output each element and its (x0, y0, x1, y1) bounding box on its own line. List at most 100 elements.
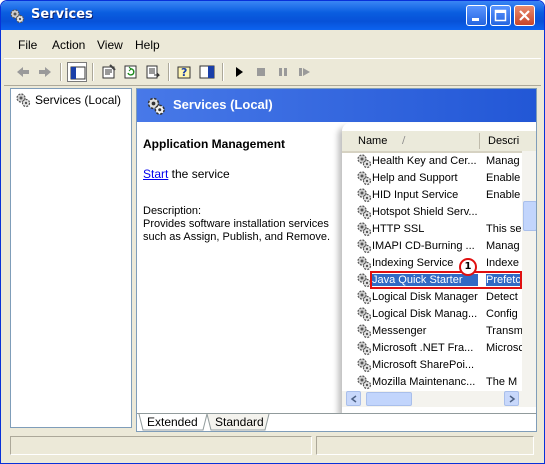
description-text: Provides software installation services … (143, 218, 331, 243)
services-detail-pane: Services (Local) Application Management … (136, 88, 537, 432)
list-item[interactable]: Logical Disk Manager Detect (342, 289, 522, 306)
start-service-button[interactable] (229, 62, 249, 82)
services-window: Services File Action View Help ? Service… (0, 0, 545, 464)
list-item[interactable]: HID Input Service Enable (342, 187, 522, 204)
services-list: Name / Descri Health Key and Cer... Manag… (342, 123, 536, 413)
refresh-button[interactable] (121, 62, 141, 82)
scroll-right-button[interactable] (504, 391, 519, 406)
back-arrow-icon (17, 67, 29, 77)
service-gear-icon (357, 188, 372, 203)
service-name: Hotspot Shield Serv... (372, 206, 478, 218)
list-item[interactable]: HTTP SSL This se (342, 221, 522, 238)
menu-file[interactable]: File (18, 38, 37, 52)
horizontal-scrollbar[interactable] (342, 391, 536, 407)
forward-button[interactable] (35, 62, 55, 82)
minimize-button[interactable] (466, 5, 487, 26)
export-list-button[interactable] (143, 62, 163, 82)
start-service-suffix: the service (168, 167, 230, 181)
tab-extended-label: Extended (147, 415, 198, 429)
chevron-left-icon (350, 395, 357, 403)
forward-arrow-icon (39, 67, 51, 77)
service-gear-icon (357, 239, 372, 254)
list-item[interactable]: Help and Support Enable (342, 170, 522, 187)
scroll-left-button[interactable] (346, 391, 361, 406)
service-name: Microsoft SharePoi... (372, 359, 475, 371)
menu-help[interactable]: Help (135, 38, 160, 52)
action-pane-icon (199, 65, 215, 79)
menu-action[interactable]: Action (52, 38, 85, 52)
vertical-scroll-thumb[interactable] (523, 201, 536, 231)
services-gear-icon (10, 9, 25, 24)
service-description: Manag (486, 155, 520, 167)
list-header: Name / Descri (342, 131, 536, 153)
service-name: HID Input Service (372, 189, 459, 201)
toolbar-separator (92, 63, 94, 81)
toolbar: ? (4, 58, 541, 86)
chevron-right-icon (509, 395, 516, 403)
service-name-heading: Application Management (143, 137, 286, 151)
title-bar[interactable]: Services (1, 1, 544, 30)
pause-service-button[interactable] (273, 62, 293, 82)
services-gear-icon (147, 97, 165, 115)
list-item[interactable]: Messenger Transm (342, 323, 523, 340)
maximize-button[interactable] (490, 5, 511, 26)
service-gear-icon (357, 358, 372, 373)
properties-button[interactable] (99, 62, 119, 82)
refresh-icon (124, 65, 137, 79)
status-cell (316, 436, 534, 455)
start-service-link[interactable]: Start (143, 167, 168, 181)
list-item[interactable]: Hotspot Shield Serv... (342, 204, 522, 221)
pause-icon (279, 68, 287, 76)
minimize-icon (472, 18, 479, 21)
show-hide-tree-button[interactable] (67, 62, 87, 82)
column-divider[interactable] (479, 133, 480, 149)
service-name: Microsoft .NET Fra... (372, 342, 474, 354)
tree-node-label: Services (Local) (35, 93, 122, 107)
service-gear-icon (357, 222, 372, 237)
service-gear-icon (357, 205, 372, 220)
help-icon: ? (177, 66, 191, 79)
action-pane-button[interactable] (197, 62, 217, 82)
service-name: Mozilla Maintenanc... (372, 376, 476, 388)
menu-view[interactable]: View (97, 38, 123, 52)
status-bar (4, 434, 541, 456)
list-item[interactable]: Java Quick Starter Prefetc 1 (342, 258, 522, 289)
column-header-description[interactable]: Descri (488, 135, 519, 147)
service-name: IMAPI CD-Burning ... (372, 240, 475, 252)
horizontal-scroll-thumb[interactable] (366, 392, 412, 406)
service-description: Enable (486, 189, 521, 201)
back-button[interactable] (13, 62, 33, 82)
close-icon (519, 10, 530, 21)
list-item[interactable]: IMAPI CD-Burning ... Manag (342, 238, 522, 255)
stop-service-button[interactable] (251, 62, 271, 82)
service-description: Manag (486, 240, 520, 252)
service-gear-icon (357, 375, 372, 390)
export-list-icon (146, 65, 161, 79)
toolbar-separator (168, 63, 170, 81)
stop-icon (257, 68, 265, 76)
tab-standard-label: Standard (215, 415, 264, 429)
list-item[interactable]: Indexing Service Indexe (342, 255, 522, 272)
list-item[interactable]: Health Key and Cer... Manag (342, 153, 522, 170)
start-service-line: Start the service (143, 167, 230, 181)
service-gear-icon (357, 290, 372, 305)
vertical-scrollbar[interactable] (522, 151, 536, 391)
services-gear-icon (16, 93, 31, 108)
list-item[interactable]: Microsoft .NET Fra... Microsc (342, 340, 524, 357)
close-button[interactable] (514, 5, 535, 26)
restart-icon (299, 68, 310, 76)
list-item[interactable]: Logical Disk Manag... Config (342, 306, 522, 323)
status-cell (10, 436, 312, 455)
step-callout-badge: 1 (459, 258, 477, 276)
svg-text:?: ? (181, 66, 187, 79)
pane-banner: Services (Local) (137, 89, 536, 122)
service-name: Logical Disk Manager (372, 291, 478, 303)
toolbar-separator (222, 63, 224, 81)
restart-service-button[interactable] (295, 62, 315, 82)
list-item[interactable]: Microsoft SharePoi... (342, 357, 522, 374)
service-description: Enable (486, 172, 521, 184)
column-header-name[interactable]: Name (358, 135, 387, 147)
help-button[interactable]: ? (175, 62, 195, 82)
list-item[interactable]: Mozilla Maintenanc... The M (342, 374, 522, 391)
sort-indicator: / (402, 135, 406, 146)
